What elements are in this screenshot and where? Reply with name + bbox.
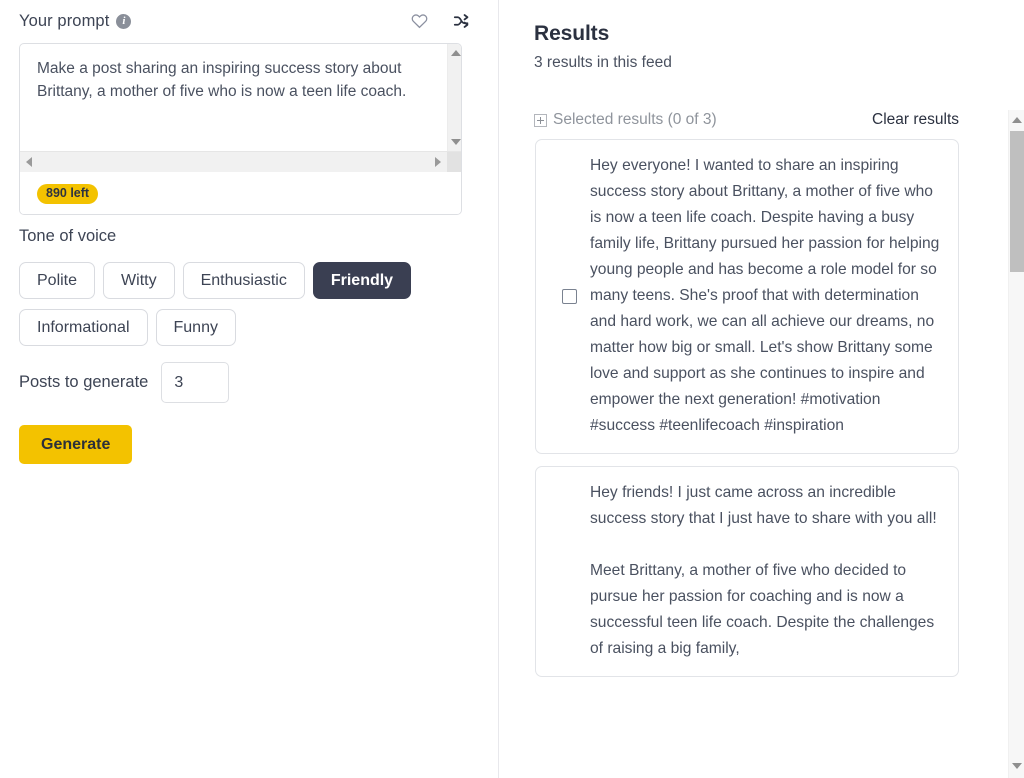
- scroll-right-icon[interactable]: [429, 152, 447, 173]
- results-title: Results: [534, 22, 610, 45]
- clear-results-link[interactable]: Clear results: [872, 111, 959, 129]
- scrollbar-corner: [447, 151, 461, 173]
- prompt-horizontal-scrollbar[interactable]: [20, 151, 461, 173]
- scroll-up-icon[interactable]: [448, 45, 461, 61]
- result-text: Hey everyone! I wanted to share an inspi…: [590, 153, 946, 439]
- prompt-box: 890 left: [19, 43, 462, 215]
- tone-option-funny[interactable]: Funny: [155, 309, 236, 346]
- scroll-down-icon[interactable]: [448, 134, 461, 150]
- results-count-subtitle: 3 results in this feed: [534, 54, 672, 71]
- tone-option-polite[interactable]: Polite: [19, 262, 96, 299]
- results-list: Hey everyone! I wanted to share an inspi…: [535, 139, 959, 778]
- tone-of-voice-label: Tone of voice: [19, 227, 117, 245]
- results-scroll-down-icon[interactable]: [1009, 758, 1024, 774]
- result-text: Hey friends! I just came across an incre…: [590, 480, 946, 662]
- selected-results-row: Selected results (0 of 3) Clear results: [534, 111, 959, 129]
- result-checkbox-cell: [548, 153, 590, 439]
- results-scrollbar-thumb[interactable]: [1010, 131, 1024, 272]
- prompt-label: Your prompt: [19, 11, 110, 30]
- tone-option-friendly[interactable]: Friendly: [312, 262, 412, 299]
- prompt-panel: Your prompt i Make a post sharing an ins…: [0, 0, 499, 778]
- prompt-input[interactable]: [20, 44, 434, 151]
- plus-box-icon[interactable]: [534, 113, 547, 127]
- prompt-textarea-wrap: [20, 44, 461, 173]
- selected-results-label[interactable]: Selected results (0 of 3): [553, 111, 717, 129]
- info-icon[interactable]: i: [116, 13, 132, 29]
- chars-left-badge: 890 left: [37, 184, 99, 204]
- result-paragraph: Hey everyone! I wanted to share an inspi…: [590, 157, 940, 434]
- heart-icon[interactable]: [406, 8, 432, 34]
- char-count-row: 890 left: [20, 172, 461, 214]
- result-paragraph: Meet Brittany, a mother of five who deci…: [590, 562, 935, 657]
- results-scroll-up-icon[interactable]: [1009, 112, 1024, 128]
- tone-option-witty[interactable]: Witty: [103, 262, 175, 299]
- posts-to-generate-input[interactable]: [161, 362, 230, 403]
- generate-button[interactable]: Generate: [19, 425, 133, 464]
- result-checkbox-cell: [548, 480, 590, 662]
- scroll-left-icon[interactable]: [20, 152, 38, 173]
- posts-to-generate-row: Posts to generate: [19, 362, 230, 403]
- result-card[interactable]: Hey friends! I just came across an incre…: [535, 466, 959, 677]
- result-paragraph: Hey friends! I just came across an incre…: [590, 484, 937, 527]
- results-panel: Results 3 results in this feed Selected …: [499, 0, 1024, 778]
- posts-to-generate-label: Posts to generate: [19, 373, 149, 391]
- result-card[interactable]: Hey everyone! I wanted to share an inspi…: [535, 139, 959, 454]
- tone-options-row-2: Informational Funny: [19, 309, 236, 346]
- result-checkbox[interactable]: [561, 288, 577, 304]
- shuffle-icon[interactable]: [448, 8, 474, 34]
- app-root: Your prompt i Make a post sharing an ins…: [0, 0, 1024, 778]
- tone-option-informational[interactable]: Informational: [19, 309, 148, 346]
- tone-options-row-1: Polite Witty Enthusiastic Friendly: [19, 262, 412, 299]
- hscroll-track[interactable]: [38, 152, 429, 173]
- prompt-vertical-scrollbar[interactable]: [447, 44, 461, 151]
- prompt-header: Your prompt i: [0, 0, 498, 34]
- tone-option-enthusiastic[interactable]: Enthusiastic: [182, 262, 305, 299]
- results-scrollbar[interactable]: [1008, 110, 1024, 778]
